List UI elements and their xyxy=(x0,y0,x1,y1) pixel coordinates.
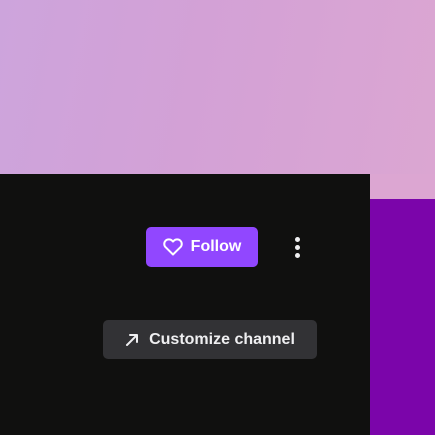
customize-channel-button[interactable]: Customize channel xyxy=(103,320,317,359)
arrow-up-right-icon xyxy=(125,333,139,347)
side-panel-strip xyxy=(370,199,435,435)
more-vertical-icon xyxy=(294,236,300,242)
side-banner-edge xyxy=(370,174,435,199)
follow-button[interactable]: Follow xyxy=(146,227,258,267)
channel-info-panel xyxy=(0,174,370,435)
customize-channel-label: Customize channel xyxy=(149,330,295,348)
channel-banner xyxy=(0,0,435,174)
more-options-button[interactable] xyxy=(285,231,309,263)
follow-label: Follow xyxy=(190,238,242,255)
channel-page: Follow Customize channel xyxy=(0,0,435,435)
heart-icon xyxy=(162,238,183,256)
